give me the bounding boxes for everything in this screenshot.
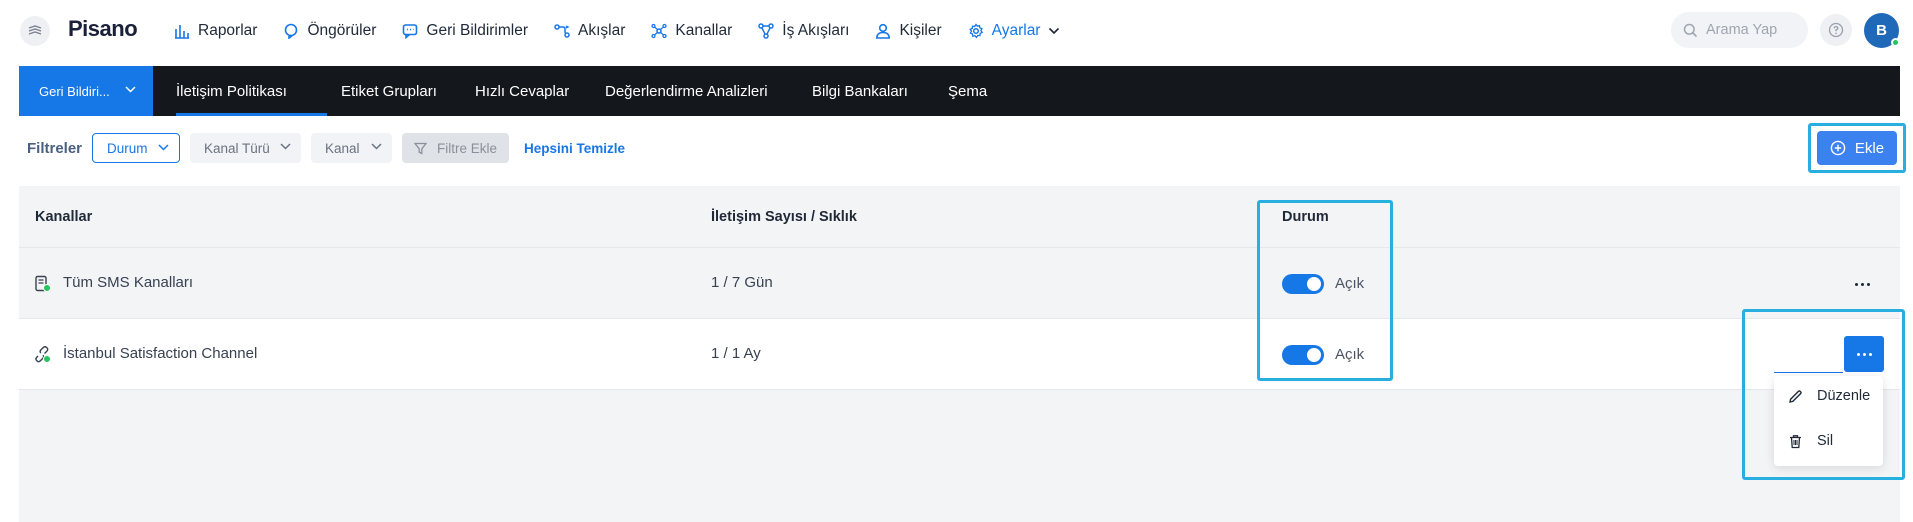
user-icon xyxy=(876,23,891,39)
avatar-initial: B xyxy=(1876,22,1887,39)
nav-item-geri-bildirimler[interactable]: Geri Bildirimler xyxy=(402,18,528,44)
channel-name: Tüm SMS Kanalları xyxy=(63,274,194,291)
nav-item-akislar[interactable]: Akışlar xyxy=(554,18,625,44)
table-row: İstanbul Satisfaction Channel 1 / 1 Ay A… xyxy=(19,319,1900,390)
nav-label: Kişiler xyxy=(899,22,942,39)
menu-toggle-icon[interactable] xyxy=(20,16,50,46)
nav-item-raporlar[interactable]: Raporlar xyxy=(174,18,257,44)
filters-label: Filtreler xyxy=(27,140,83,157)
bar-chart-icon xyxy=(175,25,189,39)
top-bar: Pisano Raporlar Öngörüler Geri Bildiriml… xyxy=(0,0,1913,62)
filter-kanal-turu[interactable]: Kanal Türü xyxy=(190,133,301,163)
add-button-label: Ekle xyxy=(1854,139,1885,157)
tab-label: Bilgi Bankaları xyxy=(812,82,908,100)
settings-subnav: Geri Bildiri... İletişim Politikası Etik… xyxy=(19,66,1900,116)
chevron-down-icon xyxy=(1049,27,1060,35)
avatar[interactable]: B xyxy=(1864,13,1900,48)
tab-label: Değerlendirme Analizleri xyxy=(605,82,768,100)
chevron-down-icon xyxy=(280,143,291,150)
filter-kanal[interactable]: Kanal xyxy=(311,133,392,163)
frequency-value: 1 / 1 Ay xyxy=(711,345,761,362)
tab-sema[interactable]: Şema xyxy=(948,66,987,116)
filter-label: Kanal xyxy=(325,140,360,156)
tab-label: İletişim Politikası xyxy=(176,82,287,100)
search-input[interactable]: Arama Yap xyxy=(1671,12,1808,48)
nav-label: Akışlar xyxy=(578,22,626,39)
add-filter-label: Filtre Ekle xyxy=(437,140,498,156)
column-header-iletisim-sayisi: İletişim Sayısı / Sıklık xyxy=(711,209,857,225)
tab-hizli-cevaplar[interactable]: Hızlı Cevaplar xyxy=(475,66,569,116)
tab-label: Şema xyxy=(948,82,988,100)
column-header-kanallar: Kanallar xyxy=(35,209,93,225)
highlight-box-status xyxy=(1257,200,1393,381)
insight-icon xyxy=(285,23,298,39)
nav-label: Raporlar xyxy=(198,22,258,39)
nav-label: Geri Bildirimler xyxy=(426,22,529,39)
workflow-icon xyxy=(758,23,775,39)
help-icon[interactable] xyxy=(1820,14,1852,46)
highlight-box-actions xyxy=(1742,309,1905,480)
nav-item-is-akislari[interactable]: İş Akışları xyxy=(758,18,849,44)
main-nav: Raporlar Öngörüler Geri Bildirimler Akış… xyxy=(174,18,1086,44)
nav-item-ayarlar[interactable]: Ayarlar xyxy=(968,18,1061,44)
frequency-value: 1 / 7 Gün xyxy=(711,274,773,291)
contact-policy-table: Kanallar İletişim Sayısı / Sıklık Durum … xyxy=(19,186,1900,522)
table-header: Kanallar İletişim Sayısı / Sıklık Durum xyxy=(19,186,1900,248)
tab-iletisim-politikasi[interactable]: İletişim Politikası xyxy=(176,66,287,116)
online-status-dot xyxy=(1891,38,1900,47)
add-button[interactable]: Ekle xyxy=(1817,131,1897,165)
flow-icon xyxy=(554,24,570,38)
filter-label: Kanal Türü xyxy=(204,140,270,156)
chevron-down-icon xyxy=(125,86,136,93)
nav-label: Öngörüler xyxy=(307,22,377,39)
product-select-label: Geri Bildiri... xyxy=(39,83,110,99)
pisano-logo[interactable]: Pisano xyxy=(68,16,138,42)
sms-channel-icon xyxy=(35,275,51,292)
nav-label: Kanallar xyxy=(675,22,733,39)
plus-circle-icon xyxy=(1830,140,1846,156)
tab-bilgi-bankalari[interactable]: Bilgi Bankaları xyxy=(812,66,908,116)
filter-label: Durum xyxy=(107,140,148,156)
message-icon xyxy=(403,24,418,39)
channel-name: İstanbul Satisfaction Channel xyxy=(63,345,258,362)
search-icon xyxy=(1683,23,1698,37)
tab-degerlendirme-analizleri[interactable]: Değerlendirme Analizleri xyxy=(605,66,768,116)
tab-etiket-gruplari[interactable]: Etiket Grupları xyxy=(341,66,437,116)
nav-item-kanallar[interactable]: Kanallar xyxy=(651,18,732,44)
nav-item-kisiler[interactable]: Kişiler xyxy=(875,18,942,44)
active-tab-indicator xyxy=(176,113,327,116)
table-row: Tüm SMS Kanalları 1 / 7 Gün Açık xyxy=(19,248,1900,319)
link-channel-icon xyxy=(35,346,51,363)
funnel-icon xyxy=(414,142,427,155)
channels-icon xyxy=(651,23,668,39)
filter-durum[interactable]: Durum xyxy=(92,133,180,163)
tab-label: Etiket Grupları xyxy=(341,82,437,100)
chevron-down-icon xyxy=(158,144,169,151)
search-placeholder: Arama Yap xyxy=(1706,22,1778,38)
nav-label: İş Akışları xyxy=(782,22,850,39)
add-filter-button[interactable]: Filtre Ekle xyxy=(402,133,509,163)
clear-all-filters-link[interactable]: Hepsini Temizle xyxy=(524,141,625,156)
nav-item-ongoruler[interactable]: Öngörüler xyxy=(283,18,376,44)
nav-label: Ayarlar xyxy=(991,22,1041,39)
product-select[interactable]: Geri Bildiri... xyxy=(19,66,153,116)
chevron-down-icon xyxy=(371,143,382,150)
tab-label: Hızlı Cevaplar xyxy=(475,82,570,100)
more-options-icon[interactable] xyxy=(1849,271,1875,297)
gear-icon xyxy=(968,23,983,39)
